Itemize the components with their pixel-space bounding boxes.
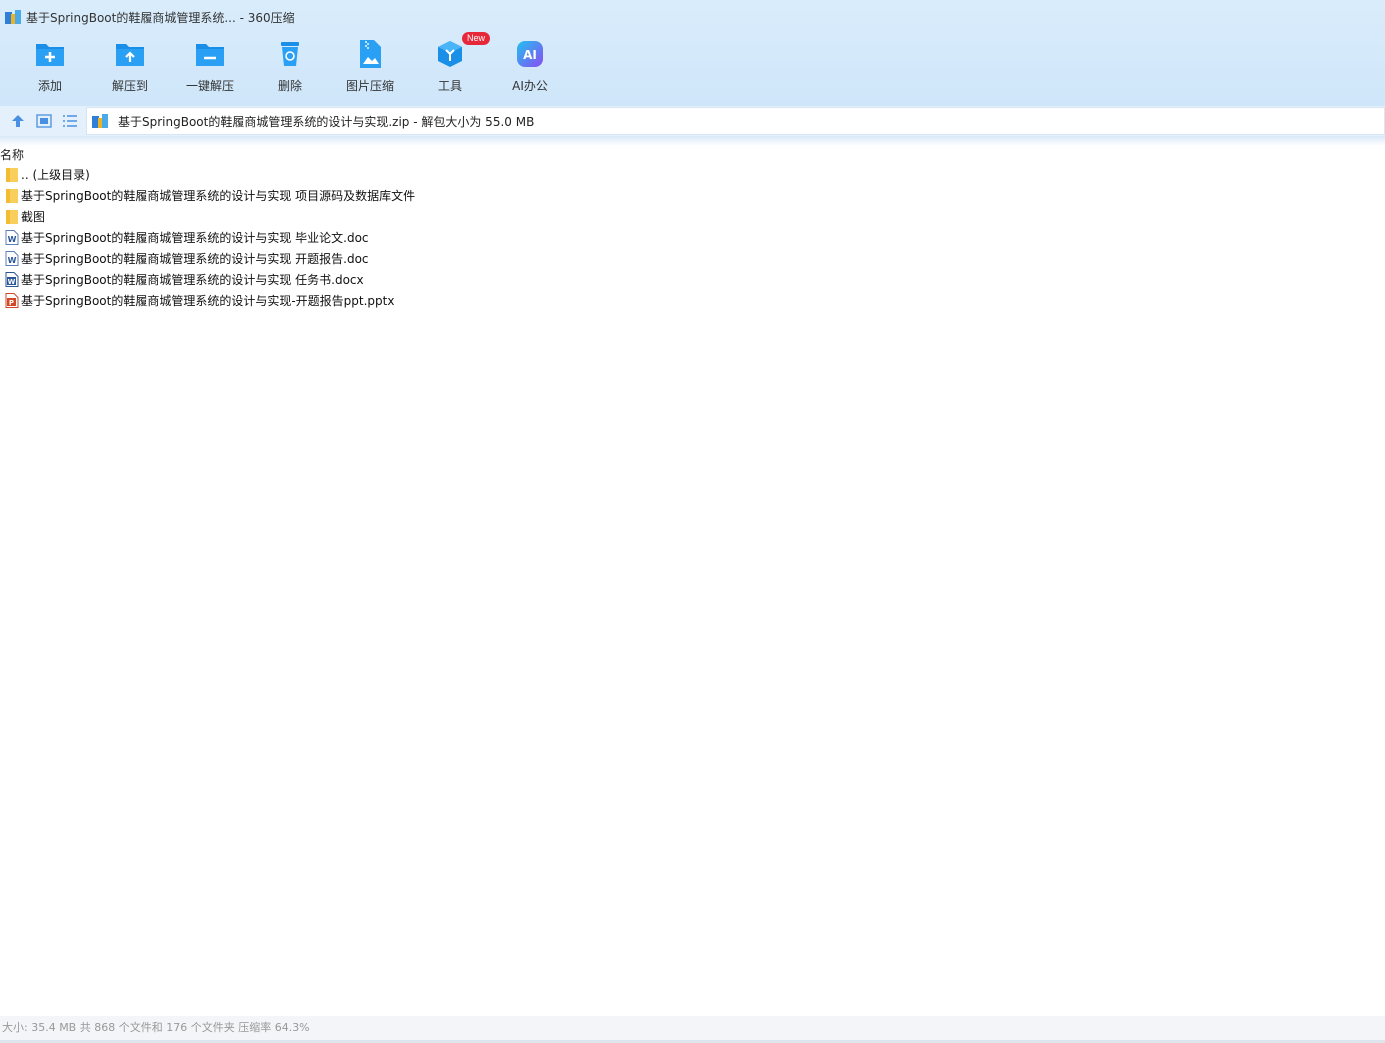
up-arrow-icon[interactable] (10, 113, 26, 129)
list-item[interactable]: 基于SpringBoot的鞋履商城管理系统的设计与实现 项目源码及数据库文件 (0, 185, 1385, 206)
ai-office-icon: AI (514, 38, 546, 70)
image-compress-button[interactable]: 图片压缩 (330, 38, 410, 98)
list-item[interactable]: 截图 (0, 206, 1385, 227)
add-button[interactable]: 添加 (10, 38, 90, 98)
toolbar: 添加 解压到 一键解压 删除 图片压缩 New 工具 AI AI办公 (10, 32, 570, 98)
file-list: 名称 .. (上级目录) 基于SpringBoot的鞋履商城管理系统的设计与实现… (0, 146, 1385, 311)
folder-icon (4, 209, 19, 224)
list-item[interactable]: W 基于SpringBoot的鞋履商城管理系统的设计与实现 开题报告.doc (0, 248, 1385, 269)
status-bar: 大小: 35.4 MB 共 868 个文件和 176 个文件夹 压缩率 64.3… (0, 1016, 1385, 1040)
powerpoint-icon: P (4, 293, 19, 308)
ai-office-button[interactable]: AI AI办公 (490, 38, 570, 98)
address-field[interactable]: 基于SpringBoot的鞋履商城管理系统的设计与实现.zip - 解包大小为 … (86, 107, 1385, 135)
extract-to-button[interactable]: 解压到 (90, 38, 170, 98)
one-click-extract-button[interactable]: 一键解压 (170, 38, 250, 98)
thumbnail-view-icon[interactable] (36, 113, 52, 129)
column-header-name[interactable]: 名称 (0, 146, 1385, 164)
image-compress-label: 图片压缩 (345, 79, 394, 93)
item-name: 基于SpringBoot的鞋履商城管理系统的设计与实现 开题报告.doc (21, 252, 369, 266)
word-docx-icon: W (4, 272, 19, 287)
window-title: 基于SpringBoot的鞋履商城管理系统... - 360压缩 (26, 10, 295, 25)
tools-label: 工具 (437, 79, 462, 93)
list-item[interactable]: P 基于SpringBoot的鞋履商城管理系统的设计与实现-开题报告ppt.pp… (0, 290, 1385, 311)
add-button-label: 添加 (37, 79, 62, 93)
item-name: .. (上级目录) (21, 168, 90, 182)
list-item[interactable]: .. (上级目录) (0, 164, 1385, 185)
tools-cube-icon (434, 38, 466, 70)
list-item[interactable]: W 基于SpringBoot的鞋履商城管理系统的设计与实现 任务书.docx (0, 269, 1385, 290)
address-path: 基于SpringBoot的鞋履商城管理系统的设计与实现.zip - 解包大小为 … (118, 114, 535, 129)
extract-to-icon (114, 38, 146, 70)
item-name: 基于SpringBoot的鞋履商城管理系统的设计与实现 项目源码及数据库文件 (21, 189, 416, 203)
title-row: 基于SpringBoot的鞋履商城管理系统... - 360压缩 (5, 8, 295, 26)
folder-icon (4, 167, 19, 182)
archive-app-icon (5, 10, 21, 24)
folder-icon (4, 188, 19, 203)
recycle-bin-icon (274, 38, 306, 70)
svg-text:W: W (7, 278, 15, 286)
one-click-extract-label: 一键解压 (185, 79, 234, 93)
ai-office-label: AI办公 (512, 79, 548, 93)
zip-file-icon (92, 114, 108, 128)
image-compress-icon (354, 38, 386, 70)
title-and-toolbar-area: 基于SpringBoot的鞋履商城管理系统... - 360压缩 添加 解压到 … (0, 0, 1385, 106)
svg-text:W: W (7, 256, 16, 265)
svg-text:P: P (8, 299, 13, 307)
address-bar: 基于SpringBoot的鞋履商城管理系统的设计与实现.zip - 解包大小为 … (0, 106, 1385, 136)
list-item[interactable]: W 基于SpringBoot的鞋履商城管理系统的设计与实现 毕业论文.doc (0, 227, 1385, 248)
svg-text:AI: AI (523, 48, 537, 62)
list-view-icon[interactable] (62, 113, 78, 129)
item-name: 截图 (21, 210, 46, 224)
delete-label: 删除 (277, 79, 302, 93)
word-doc-icon: W (4, 230, 19, 245)
item-name: 基于SpringBoot的鞋履商城管理系统的设计与实现-开题报告ppt.pptx (21, 294, 395, 308)
divider-shade (0, 136, 1385, 146)
svg-text:W: W (7, 235, 16, 244)
item-name: 基于SpringBoot的鞋履商城管理系统的设计与实现 毕业论文.doc (21, 231, 369, 245)
one-click-extract-icon (194, 38, 226, 70)
word-doc-icon: W (4, 251, 19, 266)
tools-button[interactable]: New 工具 (410, 32, 491, 98)
item-name: 基于SpringBoot的鞋履商城管理系统的设计与实现 任务书.docx (21, 273, 364, 287)
extract-to-label: 解压到 (111, 79, 148, 93)
new-badge: New (462, 32, 491, 45)
add-folder-icon (34, 38, 66, 70)
delete-button[interactable]: 删除 (250, 38, 330, 98)
